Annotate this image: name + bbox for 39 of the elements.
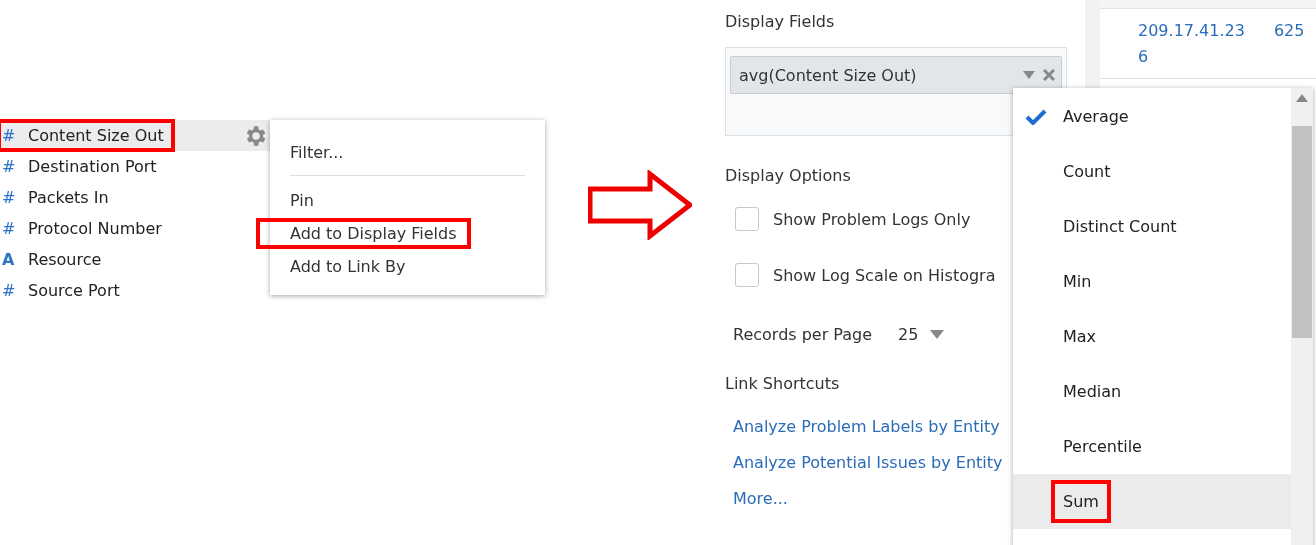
dropdown-option[interactable]: Count bbox=[1051, 150, 1123, 193]
number-type-icon: # bbox=[2, 157, 16, 176]
option-label: Show Problem Logs Only bbox=[773, 209, 971, 229]
field-label: Packets In bbox=[28, 188, 109, 207]
field-list-item[interactable]: # Content Size Out bbox=[0, 120, 270, 151]
dropdown-option[interactable]: Min bbox=[1051, 260, 1104, 303]
number-type-icon: # bbox=[2, 219, 16, 238]
caret-icon[interactable] bbox=[930, 329, 945, 339]
dropdown-option[interactable]: Max bbox=[1051, 315, 1109, 358]
checkbox[interactable] bbox=[735, 263, 759, 287]
records-per-page-select[interactable]: 25 bbox=[898, 324, 945, 344]
scrollbar[interactable] bbox=[1291, 88, 1313, 545]
field-label: Content Size Out bbox=[28, 126, 164, 145]
dropdown-option[interactable]: Distinct Count bbox=[1051, 205, 1189, 248]
close-icon[interactable] bbox=[1043, 69, 1055, 81]
table-cell-text: 209.17.41.23 6 bbox=[1138, 20, 1245, 68]
scroll-up-icon[interactable] bbox=[1296, 94, 1308, 102]
field-label: Source Port bbox=[28, 281, 120, 300]
section-title: Display Fields bbox=[725, 12, 836, 31]
records-per-page-label: Records per Page bbox=[733, 324, 873, 344]
dropdown-option[interactable]: Average bbox=[1051, 95, 1141, 138]
number-type-icon: # bbox=[2, 188, 16, 207]
field-list-item[interactable]: # Protocol Number bbox=[0, 213, 270, 244]
field-label: Destination Port bbox=[28, 157, 157, 176]
dropdown-option[interactable]: Percentile bbox=[1051, 425, 1154, 468]
display-field-chip[interactable]: avg(Content Size Out) bbox=[730, 56, 1062, 94]
field-label: Resource bbox=[28, 250, 102, 269]
table-cell-text: 625 bbox=[1273, 20, 1306, 42]
text-type-icon: A bbox=[2, 250, 16, 269]
field-label: Protocol Number bbox=[28, 219, 162, 238]
number-type-icon: # bbox=[2, 126, 16, 145]
dropdown-option[interactable]: Sum bbox=[1051, 480, 1111, 523]
number-type-icon: # bbox=[2, 281, 16, 300]
dropdown-option[interactable]: Median bbox=[1051, 370, 1134, 413]
checkbox[interactable] bbox=[735, 207, 759, 231]
option-label: Show Log Scale on Histogra bbox=[773, 265, 996, 285]
field-list-item[interactable]: # Source Port bbox=[0, 275, 270, 306]
arrow-icon bbox=[588, 170, 692, 240]
caret-icon[interactable] bbox=[1023, 71, 1035, 79]
